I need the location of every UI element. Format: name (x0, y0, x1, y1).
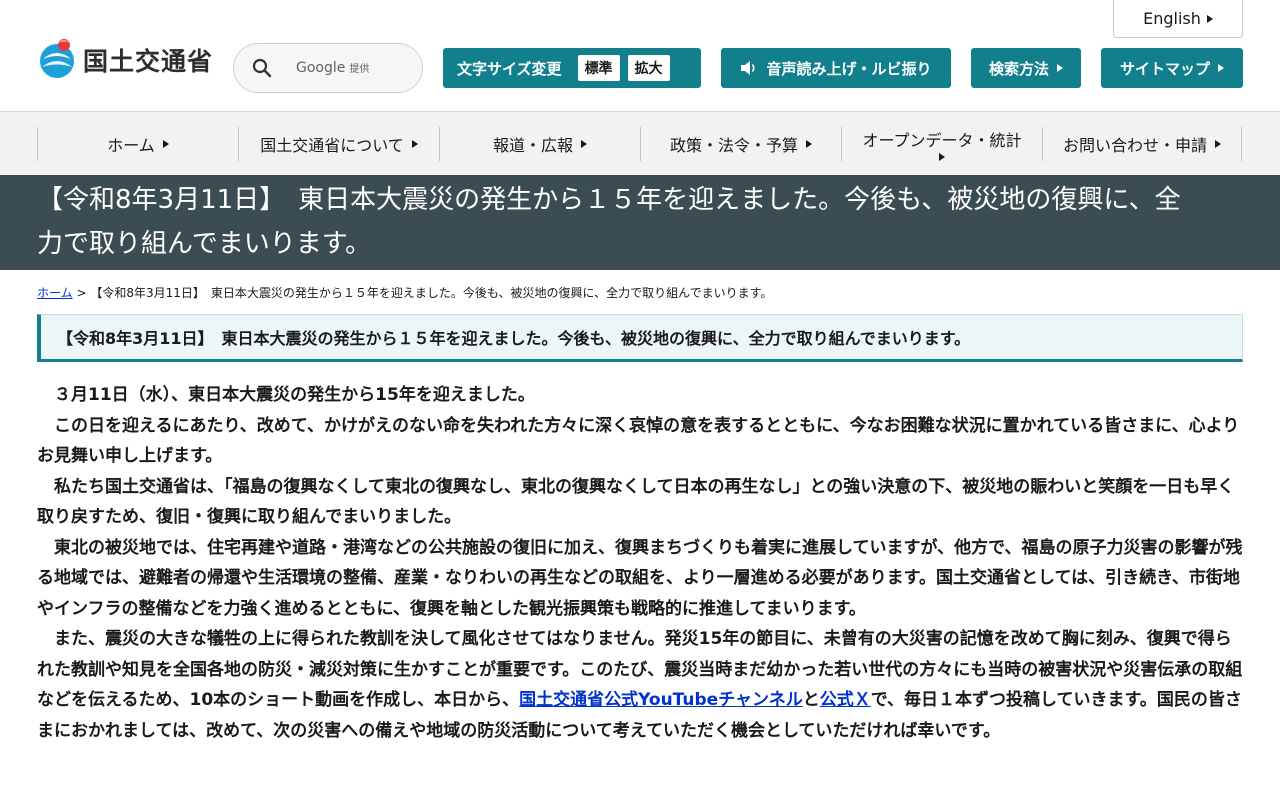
article-body: ３月11日（水）、東日本大震災の発生から15年を迎えました。 この日を迎えるにあ… (37, 380, 1243, 746)
breadcrumb: ホーム > 【令和8年3月11日】 東日本大震災の発生から１５年を迎えました。今… (37, 284, 1247, 301)
article-paragraph: ３月11日（水）、東日本大震災の発生から15年を迎えました。 (54, 385, 535, 405)
english-link-label: English (1143, 9, 1201, 28)
nav-item-label: お問い合わせ・申請 (1062, 136, 1207, 155)
site-search[interactable]: Google 提供 (233, 43, 423, 93)
nav-item-home[interactable]: ホーム (37, 127, 238, 161)
nav-item-label: ホーム (107, 136, 155, 155)
arrow-right-icon (806, 140, 812, 148)
breadcrumb-current: 【令和8年3月11日】 東日本大震災の発生から１５年を迎えました。今後も、被災地… (90, 286, 773, 300)
nav-item-label: 国土交通省について (260, 136, 404, 155)
article-paragraph: 私たち国土交通省は、「福島の復興なくして東北の復興なし、東北の復興なくして日本の… (37, 476, 1235, 528)
global-nav: ホーム 国土交通省について 報道・広報 政策・法令・予算 オープンデータ・統計 … (0, 112, 1280, 175)
page-title: 【令和8年3月11日】 東日本大震災の発生から１５年を迎えました。今後も、被災地… (37, 185, 1181, 259)
voice-ruby-label: 音声読み上げ・ルビ振り (766, 59, 932, 78)
breadcrumb-separator: > (76, 286, 87, 300)
article-heading-text: 【令和8年3月11日】 東日本大震災の発生から１５年を迎えました。今後も、被災地… (57, 329, 971, 348)
sitemap-button[interactable]: サイトマップ (1101, 48, 1243, 88)
english-link[interactable]: English (1113, 0, 1243, 38)
arrow-right-icon (581, 140, 587, 148)
nav-item-label: 報道・広報 (492, 136, 573, 155)
font-size-control: 文字サイズ変更 標準 拡大 (443, 48, 701, 88)
site-name: 国土交通省 (83, 47, 214, 76)
breadcrumb-home-link[interactable]: ホーム (37, 286, 73, 300)
article-paragraph: 東北の被災地では、住宅再建や道路・港湾などの公共施設の復旧に加え、復興まちづくり… (37, 537, 1243, 619)
arrow-right-icon (1215, 140, 1221, 148)
nav-item-about[interactable]: 国土交通省について (238, 127, 439, 161)
search-icon[interactable] (252, 58, 272, 78)
nav-item-label: オープンデータ・統計 (862, 131, 1022, 150)
sitemap-label: サイトマップ (1119, 59, 1210, 78)
arrow-right-icon (1206, 14, 1213, 23)
article-paragraph: また、震災の大きな犠牲の上に得られた教訓を決して風化させてはなりません。発災15… (37, 624, 1243, 746)
font-size-label: 文字サイズ変更 (457, 59, 562, 78)
arrow-right-icon (1057, 64, 1063, 72)
nav-item-policy[interactable]: 政策・法令・予算 (640, 127, 841, 161)
search-method-button[interactable]: 検索方法 (971, 48, 1081, 88)
official-x-link[interactable]: 公式Ｘ (820, 690, 871, 710)
youtube-channel-link[interactable]: 国土交通省公式YouTubeチャンネル (519, 690, 803, 710)
arrow-right-icon (411, 140, 418, 148)
nav-item-contact[interactable]: お問い合わせ・申請 (1042, 127, 1242, 161)
mlit-logo-icon (40, 39, 74, 78)
font-size-large-button[interactable]: 拡大 (627, 55, 670, 81)
article-heading: 【令和8年3月11日】 東日本大震災の発生から１５年を迎えました。今後も、被災地… (37, 314, 1243, 362)
site-logo[interactable]: 国土交通省 (37, 37, 213, 83)
nav-item-press[interactable]: 報道・広報 (439, 127, 640, 161)
arrow-right-icon (939, 153, 945, 161)
nav-item-label: 政策・法令・予算 (669, 136, 798, 155)
font-size-standard-button[interactable]: 標準 (577, 55, 620, 81)
article-paragraph: この日を迎えるにあたり、改めて、かけがえのない命を失われた方々に深く哀悼の意を表… (37, 415, 1240, 467)
article-text: と (802, 690, 820, 710)
voice-ruby-button[interactable]: 音声読み上げ・ルビ振り (721, 48, 951, 88)
page-title-band: 【令和8年3月11日】 東日本大震災の発生から１５年を迎えました。今後も、被災地… (0, 175, 1280, 270)
arrow-right-icon (1218, 64, 1224, 72)
nav-item-open-data[interactable]: オープンデータ・統計 (841, 127, 1042, 161)
search-method-label: 検索方法 (988, 59, 1049, 78)
arrow-right-icon (162, 140, 169, 148)
speaker-icon (741, 61, 756, 75)
